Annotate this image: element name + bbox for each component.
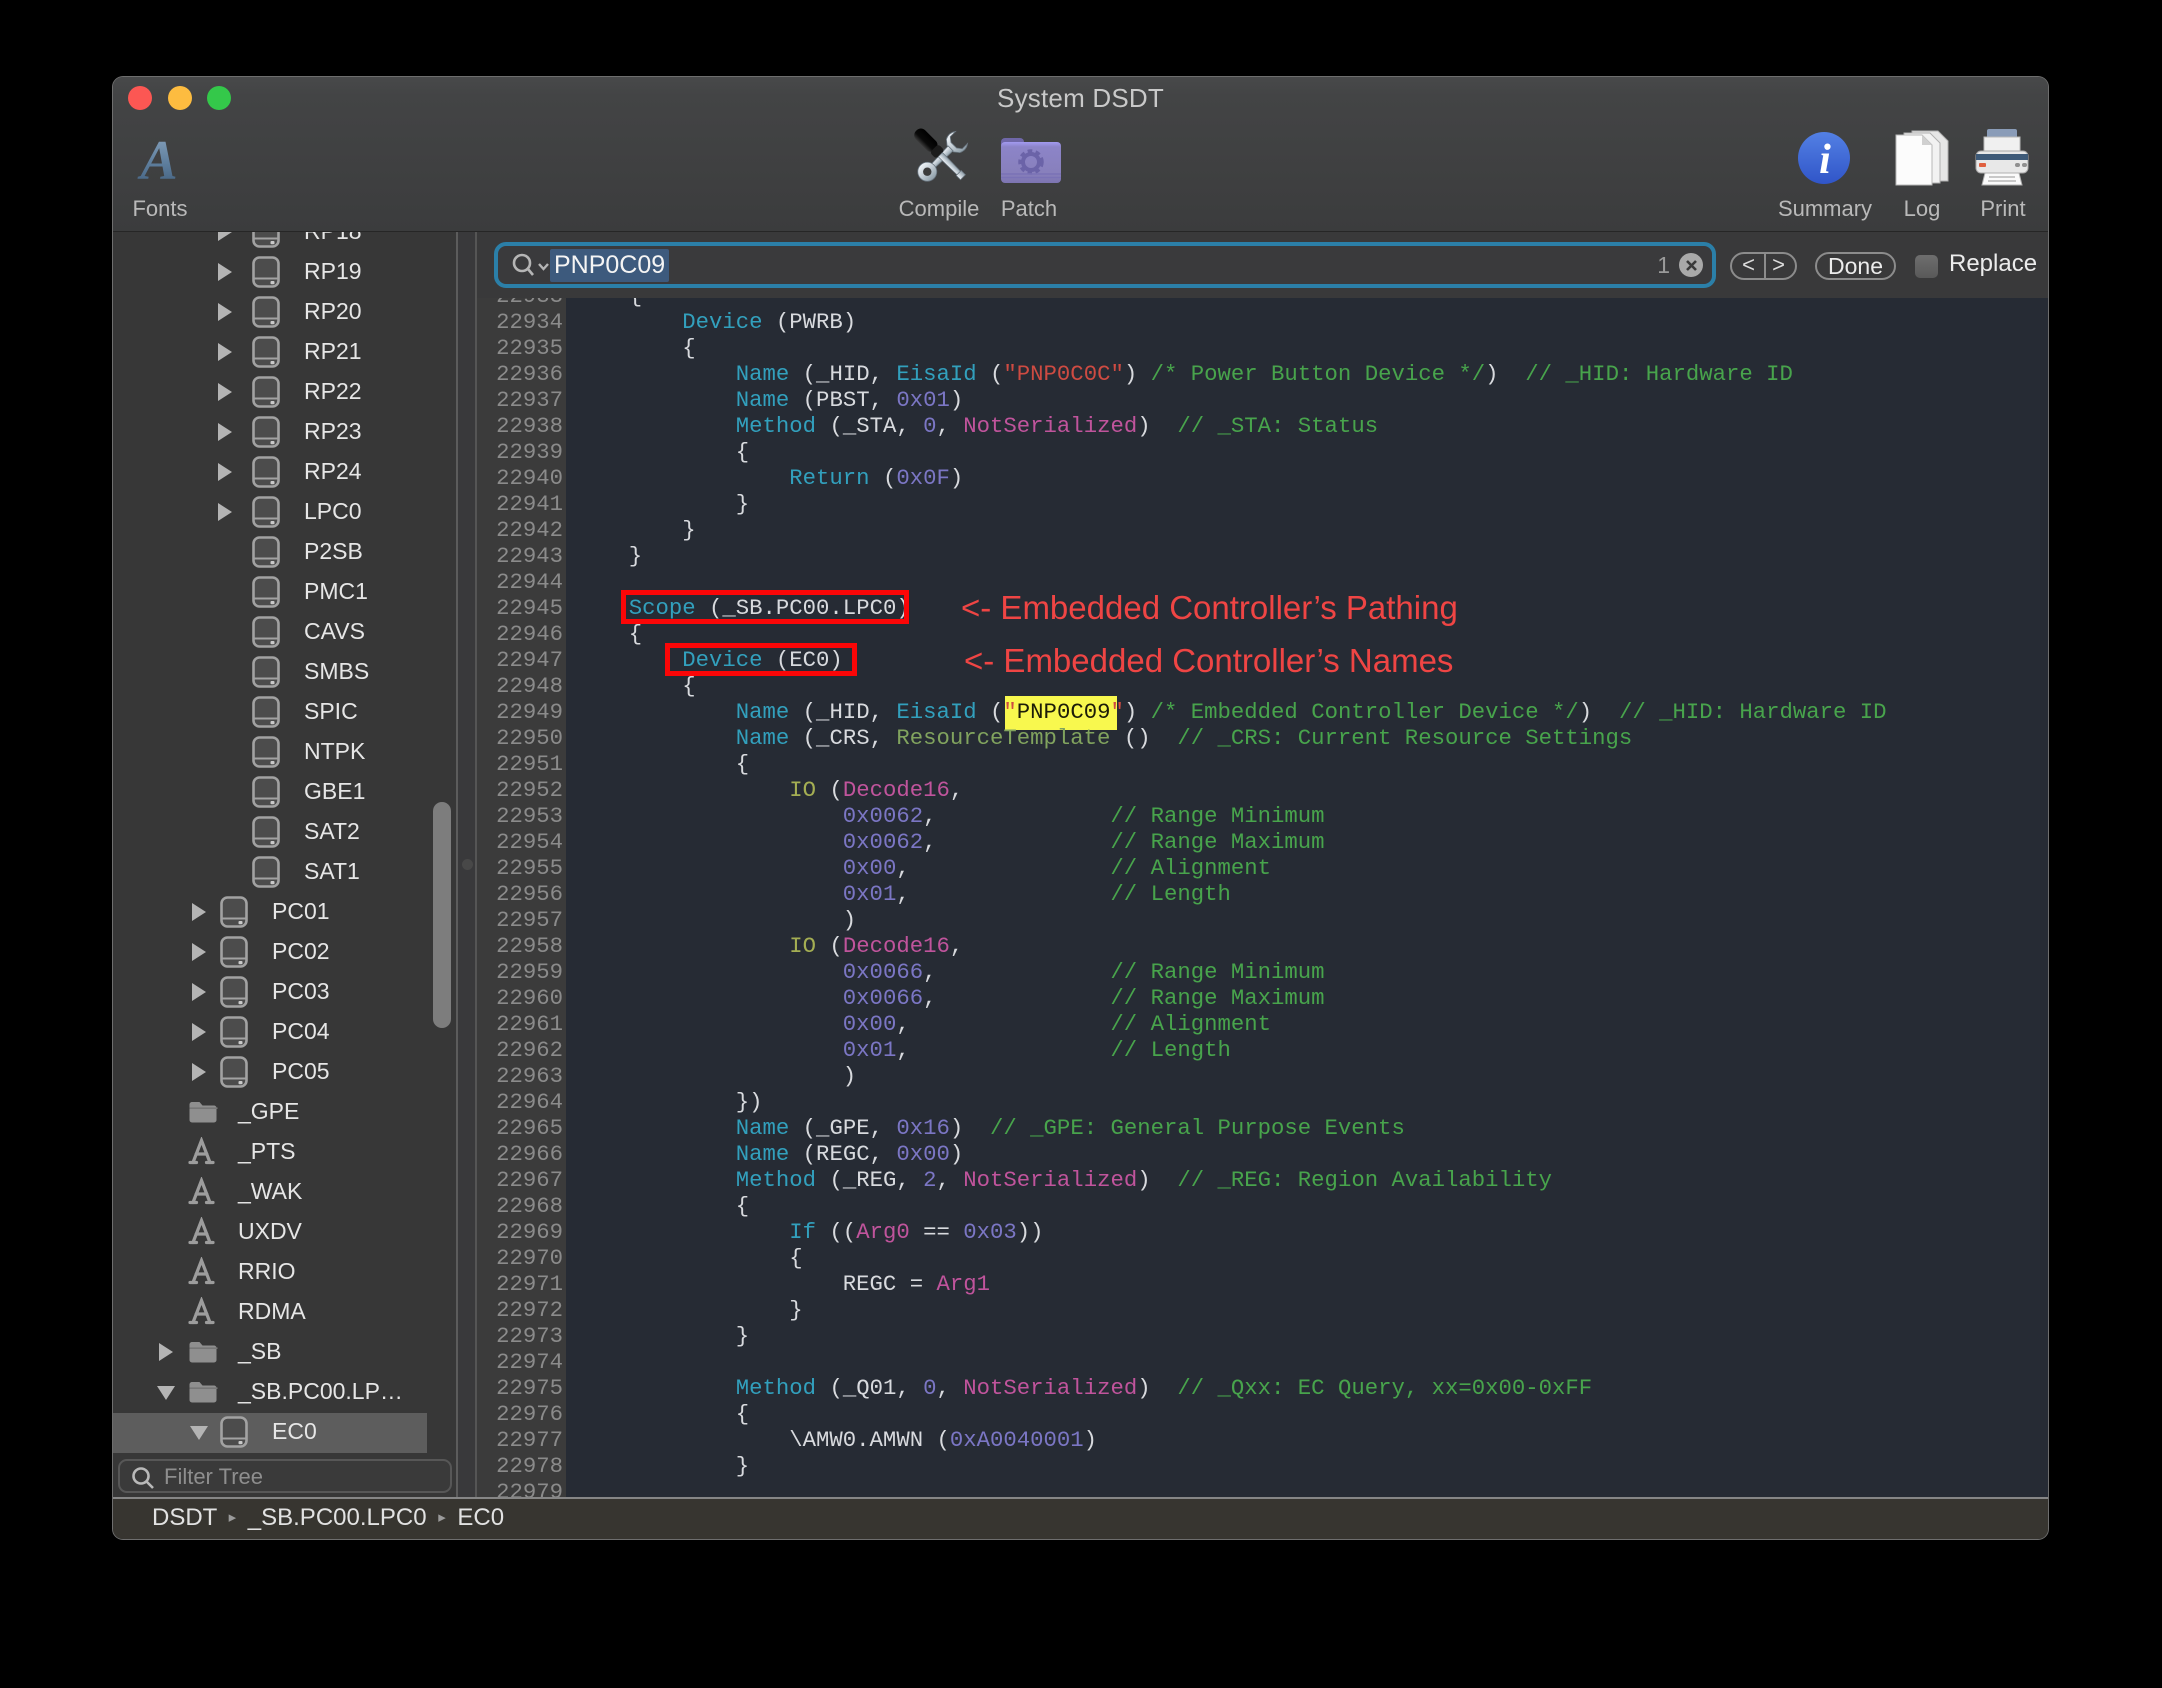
svg-text:A: A	[137, 135, 177, 187]
svg-text:i: i	[1819, 137, 1831, 183]
